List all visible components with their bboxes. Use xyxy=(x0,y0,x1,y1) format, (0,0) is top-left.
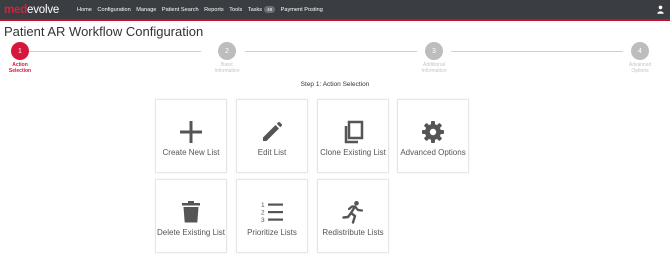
nav-patient-search[interactable]: Patient Search xyxy=(162,7,199,13)
trash-icon xyxy=(182,201,200,223)
step-3[interactable]: 3 Additional Information xyxy=(409,39,459,74)
gear-icon xyxy=(422,121,444,143)
medevolve-logo[interactable]: med evolve xyxy=(4,3,64,17)
svg-text:3: 3 xyxy=(261,217,265,224)
nav-manage[interactable]: Manage xyxy=(136,7,156,13)
ordered-list-icon: 1 2 3 xyxy=(261,202,283,224)
main-nav: Home Configuration Manage Patient Search… xyxy=(77,6,328,13)
step-label: Basic Information xyxy=(214,62,240,74)
tile-label: Create New List xyxy=(162,148,220,157)
logo-text-med: med xyxy=(4,3,28,16)
pencil-icon xyxy=(263,121,283,141)
step-number: 2 xyxy=(218,42,236,60)
step-1[interactable]: 1 Action Selection xyxy=(0,39,45,74)
nav-reports[interactable]: Reports xyxy=(204,7,224,13)
redistribute-lists-tile[interactable]: Redistribute Lists xyxy=(317,179,389,253)
tasks-count-badge: 48 xyxy=(264,6,276,13)
plus-icon xyxy=(180,121,202,143)
nav-payment-posting[interactable]: Payment Posting xyxy=(281,7,323,13)
tile-label: Prioritize Lists xyxy=(247,228,297,237)
step-label: Advanced Options xyxy=(628,62,652,74)
step-connector xyxy=(27,51,201,52)
step-number: 3 xyxy=(425,42,443,60)
top-navbar: med evolve Home Configuration Manage Pati… xyxy=(0,0,670,21)
svg-text:1: 1 xyxy=(261,202,265,209)
wizard-stepper: 1 Action Selection 2 Basic Information 3… xyxy=(0,39,670,79)
running-person-icon xyxy=(342,201,364,224)
delete-existing-list-tile[interactable]: Delete Existing List xyxy=(155,179,227,253)
clone-icon xyxy=(344,120,364,144)
step-4[interactable]: 4 Advanced Options xyxy=(615,39,665,74)
edit-list-tile[interactable]: Edit List xyxy=(236,99,308,173)
step-heading: Step 1: Action Selection xyxy=(300,81,370,88)
tile-label: Edit List xyxy=(257,148,287,157)
tile-label: Advanced Options xyxy=(400,148,466,157)
logo-text-evolve: evolve xyxy=(27,3,60,16)
step-connector xyxy=(451,51,623,52)
clone-existing-list-tile[interactable]: Clone Existing List xyxy=(317,99,389,173)
user-icon[interactable] xyxy=(657,5,664,14)
nav-tasks[interactable]: Tasks 48 xyxy=(247,6,276,13)
nav-configuration[interactable]: Configuration xyxy=(97,7,130,13)
nav-home[interactable]: Home xyxy=(77,7,92,13)
step-label: Additional Information xyxy=(421,62,447,74)
advanced-options-tile[interactable]: Advanced Options xyxy=(397,99,469,173)
tile-label: Redistribute Lists xyxy=(322,228,384,237)
tile-label: Clone Existing List xyxy=(320,148,386,157)
step-number: 4 xyxy=(631,42,649,60)
tile-label: Delete Existing List xyxy=(156,228,226,237)
nav-tools[interactable]: Tools xyxy=(229,7,242,13)
svg-text:2: 2 xyxy=(261,210,265,217)
nav-tasks-label: Tasks xyxy=(247,6,263,13)
step-label: Action Selection xyxy=(8,62,32,74)
page-title: Patient AR Workflow Configuration xyxy=(4,24,204,39)
step-connector xyxy=(245,51,417,52)
create-new-list-tile[interactable]: Create New List xyxy=(155,99,227,173)
step-number: 1 xyxy=(11,42,29,60)
step-2[interactable]: 2 Basic Information xyxy=(202,39,252,74)
prioritize-lists-tile[interactable]: 1 2 3 Prioritize Lists xyxy=(236,179,308,253)
